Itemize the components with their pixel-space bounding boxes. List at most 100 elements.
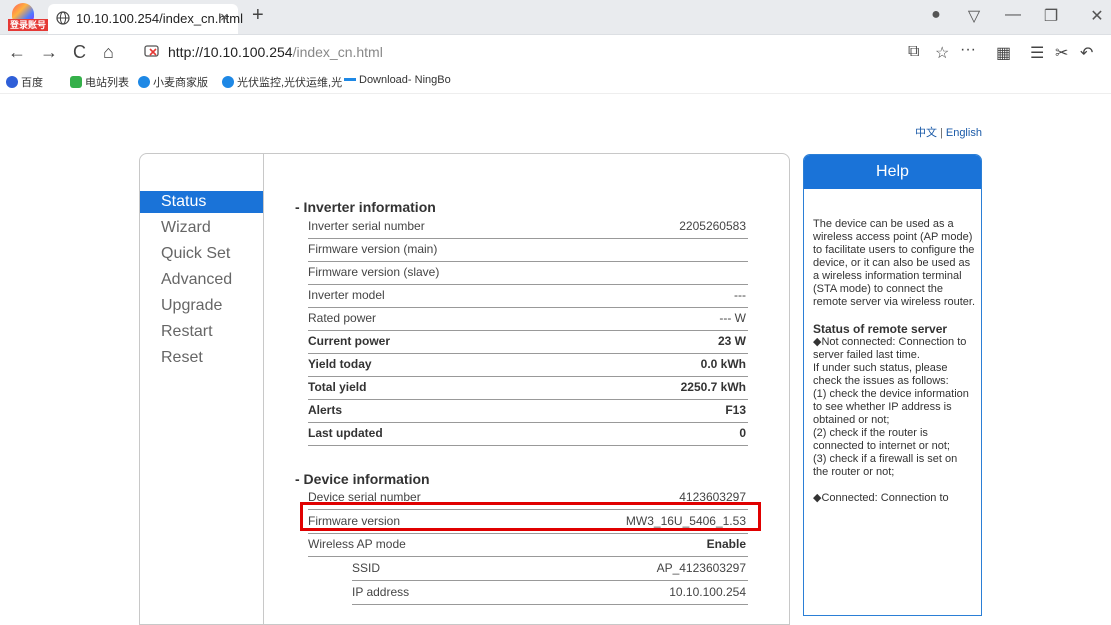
globe-icon: [56, 11, 70, 25]
dash-icon: [344, 78, 356, 81]
firmware-highlight-box: [300, 502, 761, 531]
help-check-3: (3) check if a firewall is set on the ro…: [813, 453, 958, 478]
lang-english-link[interactable]: English: [946, 127, 982, 139]
tracking-icon[interactable]: ●: [926, 6, 946, 24]
row-rated-power: Rated power --- W: [308, 307, 748, 331]
row-value: Enable: [706, 537, 746, 551]
row-label: Inverter serial number: [308, 219, 425, 233]
row-value: 2205260583: [679, 219, 746, 233]
bookmark-station-list[interactable]: 电站列表: [70, 74, 129, 90]
new-tab-button[interactable]: +: [252, 4, 264, 27]
browser-tab-bar: 登录账号 10.10.100.254/index_cn.html × + ● ▽…: [0, 0, 1111, 35]
bookmarks-bar: 百度 电站列表 小麦商家版 光伏监控,光伏运维,光 Download- Ning…: [0, 69, 1111, 94]
apps-grid-icon[interactable]: ▦: [996, 43, 1011, 63]
screenshot-scissors-icon[interactable]: ✂: [1055, 43, 1068, 63]
bookmark-baidu[interactable]: 百度: [6, 74, 43, 90]
help-not-connected: ◆Not connected: Connection to server fai…: [813, 336, 967, 361]
lang-chinese-link[interactable]: 中文: [915, 127, 937, 139]
row-label: IP address: [352, 585, 410, 599]
url-text: http://10.10.100.254/index_cn.html: [168, 44, 383, 60]
row-label: Wireless AP mode: [308, 537, 406, 551]
row-inverter-serial: Inverter serial number 2205260583: [308, 215, 748, 239]
minimize-icon[interactable]: —: [1003, 6, 1023, 24]
row-label: Yield today: [308, 357, 372, 371]
row-inverter-model: Inverter model ---: [308, 284, 748, 308]
menu-quick-set[interactable]: Quick Set: [140, 243, 263, 265]
pin-icon[interactable]: ▽: [964, 6, 984, 26]
main-panel: Status Wizard Quick Set Advanced Upgrade…: [139, 153, 790, 625]
row-value: 0: [739, 426, 746, 440]
translate-icon[interactable]: ⧉: [908, 43, 919, 61]
bookmark-download[interactable]: Download- NingBo: [344, 74, 451, 86]
row-value: F13: [725, 403, 746, 417]
row-value: 10.10.100.254: [669, 585, 746, 599]
menu-wizard[interactable]: Wizard: [140, 217, 263, 239]
favorites-list-icon[interactable]: ☰: [1030, 43, 1044, 63]
back-icon[interactable]: ←: [8, 42, 26, 63]
forward-icon[interactable]: →: [40, 42, 58, 63]
row-alerts: Alerts F13: [308, 399, 748, 423]
menu-restart[interactable]: Restart: [140, 321, 263, 343]
row-ip-address: IP address 10.10.100.254: [352, 581, 748, 605]
menu-reset[interactable]: Reset: [140, 347, 263, 369]
bookmark-pv-monitor[interactable]: 光伏监控,光伏运维,光: [222, 74, 342, 90]
menu-advanced[interactable]: Advanced: [140, 269, 263, 291]
address-bar: ← → C ⌂ http://10.10.100.254/index_cn.ht…: [0, 35, 1111, 69]
row-label: Current power: [308, 334, 391, 348]
device-info-title: - Device information: [295, 471, 430, 487]
row-value: 23 W: [717, 334, 746, 348]
reload-icon[interactable]: C: [73, 42, 86, 63]
row-label: SSID: [352, 561, 381, 575]
row-last-updated: Last updated 0: [308, 422, 748, 446]
row-wireless-ap-mode: Wireless AP mode Enable: [308, 533, 748, 557]
undo-icon[interactable]: ↶: [1080, 43, 1093, 63]
row-value: --- W: [719, 311, 746, 325]
row-value: ---: [734, 288, 746, 302]
more-icon[interactable]: ···: [960, 41, 976, 59]
restore-icon[interactable]: ❐: [1041, 6, 1061, 26]
sidebar-menu: Status Wizard Quick Set Advanced Upgrade…: [140, 154, 264, 624]
home-icon[interactable]: ⌂: [103, 42, 114, 63]
help-intro: The device can be used as a wireless acc…: [813, 218, 975, 308]
help-body: The device can be used as a wireless acc…: [813, 218, 975, 505]
help-panel: Help The device can be used as a wireles…: [803, 154, 982, 616]
language-switch: 中文 | English: [915, 124, 982, 140]
row-label: Inverter model: [308, 288, 385, 302]
row-label: Firmware version (main): [308, 242, 438, 256]
site-icon: [138, 76, 150, 88]
row-label: Last updated: [308, 426, 383, 440]
url-field[interactable]: http://10.10.100.254/index_cn.html: [138, 39, 893, 65]
help-remote-heading: Status of remote server: [813, 322, 948, 336]
paw-icon: [6, 76, 18, 88]
help-check-1: (1) check the device information to see …: [813, 388, 969, 426]
menu-upgrade[interactable]: Upgrade: [140, 295, 263, 317]
row-value: 2250.7 kWh: [680, 380, 746, 394]
help-checks-intro: If under such status, please check the i…: [813, 362, 949, 387]
row-label: Rated power: [308, 311, 377, 325]
leaf-icon: [70, 76, 82, 88]
row-ssid: SSID AP_4123603297: [352, 557, 748, 581]
site-icon: [222, 76, 234, 88]
profile-avatar[interactable]: 登录账号: [8, 3, 49, 31]
row-yield-today: Yield today 0.0 kWh: [308, 353, 748, 377]
help-connected: ◆Connected: Connection to: [813, 492, 949, 504]
row-label: Firmware version (slave): [308, 265, 440, 279]
tab-title: 10.10.100.254/index_cn.html: [76, 11, 243, 26]
row-label: Total yield: [308, 380, 367, 394]
row-value: 0.0 kWh: [700, 357, 746, 371]
login-badge: 登录账号: [8, 19, 49, 31]
tab-close-icon[interactable]: ×: [220, 9, 229, 26]
bookmark-xiaomai[interactable]: 小麦商家版: [138, 74, 208, 90]
menu-status[interactable]: Status: [140, 191, 263, 213]
favorite-star-icon[interactable]: ☆: [935, 43, 949, 63]
browser-tab[interactable]: 10.10.100.254/index_cn.html ×: [48, 4, 243, 34]
help-check-2: (2) check if the router is connected to …: [813, 427, 950, 452]
row-firmware-main: Firmware version (main): [308, 238, 748, 262]
row-label: Alerts: [308, 403, 343, 417]
row-current-power: Current power 23 W: [308, 330, 748, 354]
row-value: AP_4123603297: [656, 561, 746, 575]
help-title: Help: [804, 155, 981, 189]
lang-separator: |: [940, 127, 943, 139]
row-firmware-slave: Firmware version (slave): [308, 261, 748, 285]
close-window-icon[interactable]: ✕: [1087, 6, 1107, 26]
